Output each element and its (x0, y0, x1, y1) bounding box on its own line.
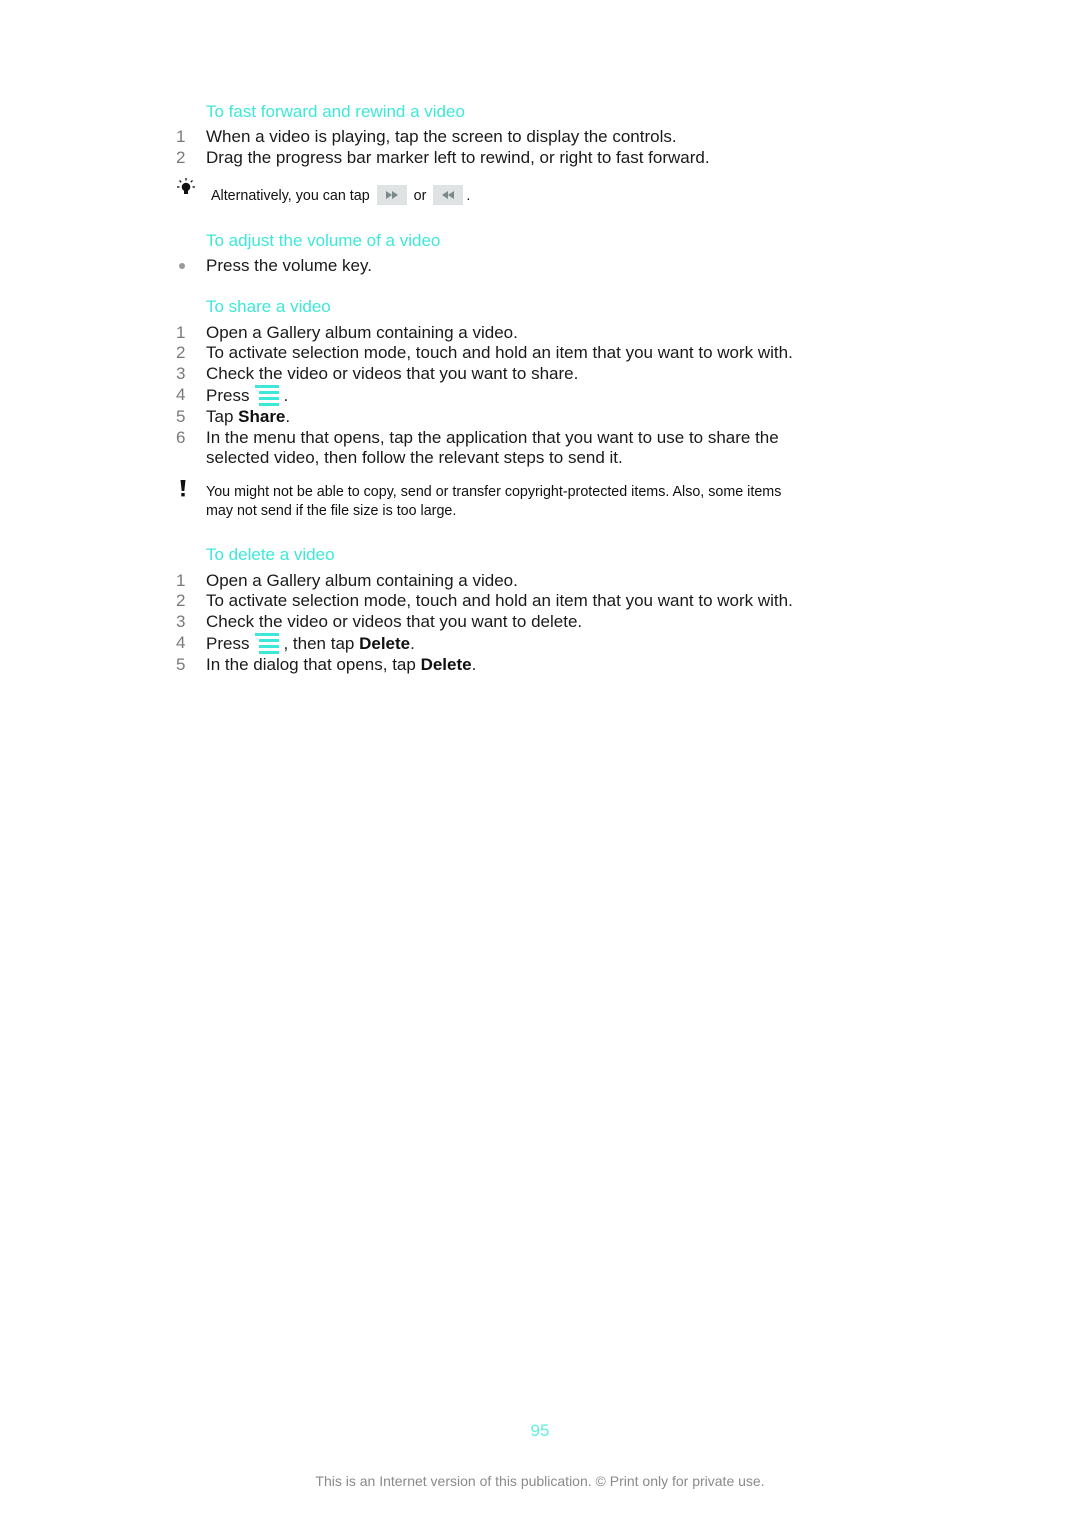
step-number: 2 (176, 591, 186, 610)
step-number: 2 (176, 148, 186, 167)
step-text: In the menu that opens, tap the applicat… (206, 428, 779, 447)
step-text: When a video is playing, tap the screen … (206, 127, 677, 146)
step-prefix: Press (206, 386, 250, 405)
step-text: Check the video or videos that you want … (206, 612, 583, 631)
delete-label: Delete (420, 655, 472, 674)
tip-prefix: Alternatively, you can tap (211, 188, 370, 204)
step-text: Press . (206, 385, 288, 407)
step-prefix: Tap (206, 407, 239, 426)
step-prefix: Press (206, 634, 250, 653)
step-prefix: In the dialog that opens, tap (206, 655, 421, 674)
step-suffix: . (285, 407, 291, 426)
page-number: 95 (530, 1421, 550, 1440)
step-number: 5 (176, 407, 186, 426)
step-text: selected video, then follow the relevant… (206, 448, 623, 467)
warning-text-line-2: may not send if the file size is too lar… (206, 503, 457, 519)
exclamation-icon (179, 480, 187, 498)
step-number: 6 (176, 428, 186, 447)
tip-or: or (413, 188, 427, 204)
tip-suffix: . (466, 188, 471, 204)
step-number: 1 (176, 323, 186, 342)
step-suffix: . (471, 655, 477, 674)
menu-icon (253, 385, 283, 407)
bullet-icon (179, 263, 185, 269)
tip-text: Alternatively, you can tap or . (211, 185, 470, 206)
step-text: In the dialog that opens, tap Delete. (206, 655, 476, 676)
step-number: 1 (176, 127, 186, 146)
section-heading-delete: To delete a video (206, 545, 335, 564)
step-text: Check the video or videos that you want … (206, 364, 579, 383)
step-number: 3 (176, 612, 186, 631)
step-text: Drag the progress bar marker left to rew… (206, 148, 710, 167)
step-suffix: . (410, 634, 415, 653)
step-text: Press , then tap Delete. (206, 633, 415, 655)
step-number: 1 (176, 571, 186, 590)
step-text: Tap Share. (206, 407, 290, 428)
bullet-text: Press the volume key. (206, 256, 372, 275)
section-heading-fast-forward: To fast forward and rewind a video (206, 102, 465, 121)
step-text: To activate selection mode, touch and ho… (206, 343, 793, 362)
step-text: Open a Gallery album containing a video. (206, 571, 518, 590)
footer-notice: This is an Internet version of this publ… (315, 1473, 765, 1489)
delete-label: Delete (359, 634, 411, 653)
share-label: Share (238, 407, 286, 426)
step-number: 2 (176, 343, 186, 362)
step-suffix: , then tap (283, 634, 360, 653)
step-number: 5 (176, 655, 186, 674)
warning-text-line-1: You might not be able to copy, send or t… (206, 484, 782, 500)
step-text: To activate selection mode, touch and ho… (206, 591, 793, 610)
step-number: 4 (176, 633, 186, 652)
section-heading-volume: To adjust the volume of a video (206, 231, 441, 250)
lightbulb-icon (176, 177, 196, 199)
section-heading-share: To share a video (206, 297, 331, 316)
menu-icon (253, 633, 283, 655)
fast-forward-icon (376, 185, 407, 205)
rewind-icon (433, 185, 464, 205)
step-text: Open a Gallery album containing a video. (206, 323, 518, 342)
step-number: 3 (176, 364, 186, 383)
step-number: 4 (176, 385, 186, 404)
step-suffix: . (283, 386, 289, 405)
